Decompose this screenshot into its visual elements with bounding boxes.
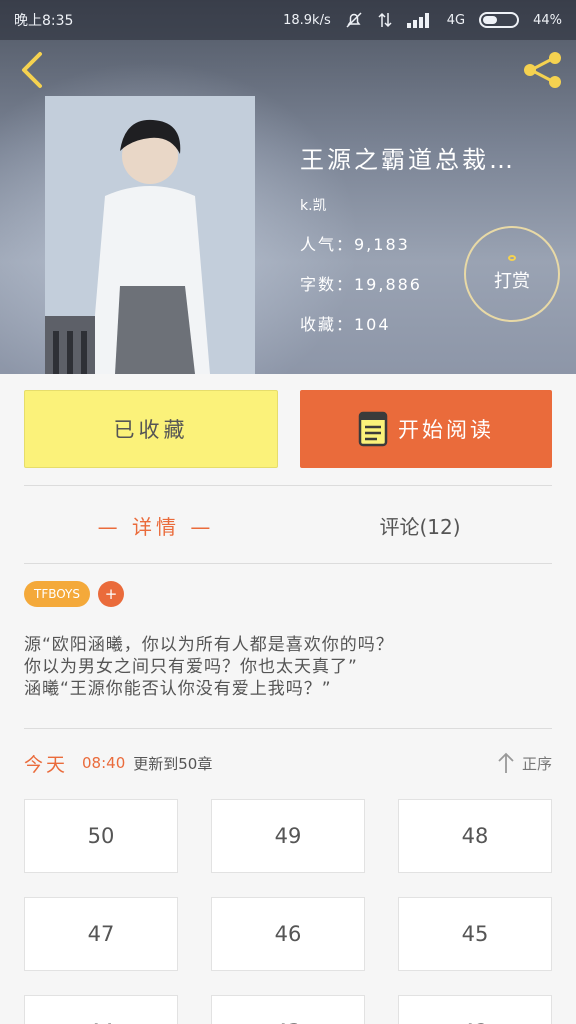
chapter-item[interactable]: 42: [398, 995, 552, 1024]
collected-label: 已收藏: [113, 418, 189, 442]
chapter-item[interactable]: 48: [398, 799, 552, 873]
synopsis-line: 涵曦“王源你能否认你没有爱上我吗？”: [24, 679, 332, 699]
update-day: 今天: [24, 753, 69, 776]
cover-portrait-image: [45, 96, 255, 374]
data-transfer-icon: [377, 11, 393, 29]
back-button[interactable]: [14, 48, 50, 92]
start-reading-label: 开始阅读: [398, 418, 494, 442]
tab-bar: — 详情 — 评论(12): [24, 486, 552, 564]
chapter-grid: 50 49 48 47 46 45 44 43 42: [24, 799, 552, 1024]
book-header: 晚上8:35 18.9k/s 4G 44% 王源之霸道总裁… k.凯 人气：9,…: [0, 0, 576, 374]
book-author[interactable]: k.凯: [300, 195, 516, 215]
mute-bell-icon: [345, 11, 363, 29]
battery-fill: [483, 16, 498, 24]
chapter-item[interactable]: 49: [211, 799, 365, 873]
book-cover-image[interactable]: [45, 96, 255, 374]
chapter-item[interactable]: 46: [211, 897, 365, 971]
status-time: 晚上8:35: [14, 13, 74, 29]
update-info: 今天 08:40 更新到50章 正序: [24, 745, 552, 781]
update-text: 更新到50章: [133, 754, 213, 773]
book-icon: [358, 411, 388, 447]
synopsis-line: 源“欧阳涵曦，你以为所有人都是喜欢你的吗？: [24, 635, 394, 655]
divider: [24, 563, 552, 564]
share-icon: [524, 52, 561, 88]
reward-label: 打赏: [494, 271, 530, 292]
chapter-item[interactable]: 47: [24, 897, 178, 971]
tag-list: TFBOYS +: [24, 581, 124, 607]
chapter-item[interactable]: 50: [24, 799, 178, 873]
synopsis-line: 你以为男女之间只有爱吗？你也太天真了”: [24, 657, 358, 677]
status-bar: 晚上8:35 18.9k/s 4G 44%: [0, 0, 576, 40]
coin-icon: [508, 255, 516, 261]
chapter-item[interactable]: 43: [211, 995, 365, 1024]
collected-button[interactable]: 已收藏: [24, 390, 278, 468]
update-time: 08:40: [82, 754, 126, 772]
chevron-left-icon: [22, 52, 42, 88]
network-speed: 18.9k/s: [283, 12, 331, 28]
chapter-item[interactable]: 45: [398, 897, 552, 971]
book-title: 王源之霸道总裁…: [300, 146, 516, 174]
tab-details[interactable]: — 详情 —: [24, 486, 288, 564]
chapter-item[interactable]: 44: [24, 995, 178, 1024]
start-reading-button[interactable]: 开始阅读: [300, 390, 552, 468]
reward-button[interactable]: 打赏: [464, 226, 560, 322]
stat-favorites: 收藏：104: [300, 315, 391, 334]
tag-item[interactable]: TFBOYS: [24, 581, 90, 607]
tab-comments[interactable]: 评论(12): [288, 486, 552, 564]
share-button[interactable]: [520, 50, 566, 90]
battery-icon: [479, 12, 520, 28]
synopsis: 源“欧阳涵曦，你以为所有人都是喜欢你的吗？ 你以为男女之间只有爱吗？你也太天真了…: [24, 634, 552, 700]
sort-order-label: 正序: [521, 754, 552, 773]
battery-percent: 44%: [533, 12, 562, 28]
signal-icon: [406, 12, 433, 28]
sort-order-button[interactable]: 正序: [496, 752, 552, 774]
network-type: 4G: [446, 12, 466, 28]
add-tag-button[interactable]: +: [98, 581, 124, 607]
divider: [24, 728, 552, 729]
arrow-up-icon: [498, 752, 514, 773]
